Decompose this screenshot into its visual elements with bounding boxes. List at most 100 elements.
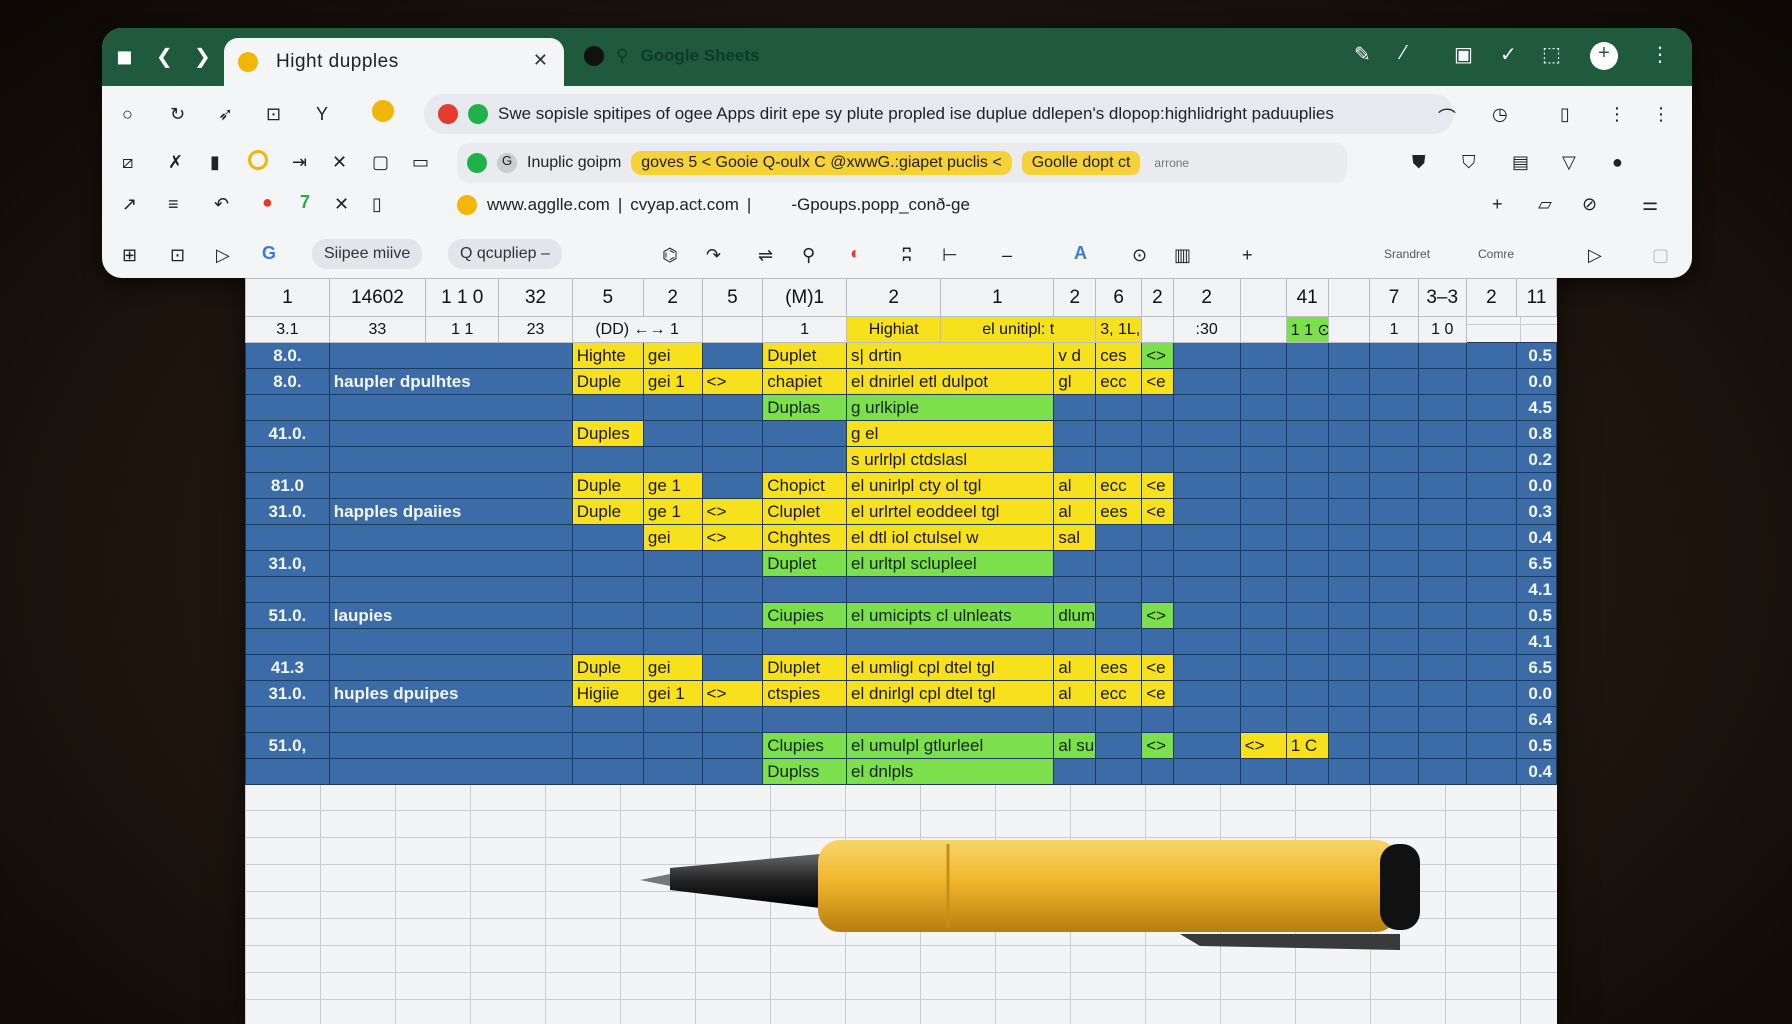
table-cell[interactable] [1369, 602, 1419, 629]
table-cell[interactable]: el umulpl gtlurleel [845, 732, 1055, 759]
table-cell[interactable] [1172, 394, 1241, 421]
table-cell[interactable] [571, 732, 644, 759]
table-cell[interactable]: huples dpuipes [328, 680, 573, 707]
pencil-icon[interactable]: ✎ [1354, 42, 1371, 67]
table-cell[interactable] [328, 446, 573, 473]
grid-icon[interactable]: ⊞ [122, 245, 137, 266]
table-cell[interactable]: happles dpaiies [328, 498, 573, 525]
close-icon[interactable]: ✕ [332, 152, 347, 173]
table-cell[interactable] [328, 732, 573, 759]
frame-icon[interactable]: ⊡ [170, 245, 185, 266]
table-cell[interactable] [1239, 368, 1287, 395]
column-header-cell[interactable]: 7 [1369, 278, 1419, 317]
overflow-icon[interactable]: ⋮ [1652, 104, 1670, 125]
table-cell[interactable] [1465, 498, 1518, 525]
subheader-cell[interactable] [1141, 316, 1174, 343]
table-cell[interactable] [1369, 394, 1419, 421]
table-cell[interactable] [571, 446, 644, 473]
table-cell[interactable] [1465, 342, 1518, 369]
table-cell[interactable] [762, 706, 847, 733]
table-cell[interactable] [245, 758, 330, 785]
table-cell[interactable] [328, 420, 573, 447]
table-cell[interactable]: Duples [571, 420, 644, 447]
tab-close-icon[interactable]: ✕ [533, 50, 548, 71]
table-cell[interactable] [1239, 420, 1287, 447]
table-cell[interactable]: gei 1 [642, 368, 703, 395]
table-cell[interactable] [1327, 706, 1371, 733]
table-cell[interactable]: 0.5 [1516, 602, 1557, 629]
table-cell[interactable]: 4.5 [1516, 394, 1557, 421]
table-cell[interactable] [571, 550, 644, 577]
table-cell[interactable] [762, 446, 847, 473]
table-cell[interactable] [328, 628, 573, 655]
table-cell[interactable] [1141, 758, 1174, 785]
table-cell[interactable] [1095, 628, 1143, 655]
table-cell[interactable] [1327, 446, 1371, 473]
toolbar-pill-2[interactable]: Q qcupliep – [448, 239, 562, 269]
table-cell[interactable]: ecc [1095, 368, 1143, 395]
undo-icon[interactable]: ↶ [214, 194, 229, 215]
table-cell[interactable] [1327, 602, 1371, 629]
table-cell[interactable] [1369, 368, 1419, 395]
table-cell[interactable] [1285, 680, 1329, 707]
table-cell[interactable] [1417, 420, 1467, 447]
table-cell[interactable] [1465, 420, 1518, 447]
table-cell[interactable]: <> [701, 524, 764, 551]
table-cell[interactable] [1172, 758, 1241, 785]
subheader-cell[interactable]: 1 [1369, 316, 1419, 343]
table-cell[interactable] [1172, 654, 1241, 681]
table-cell[interactable] [1141, 550, 1174, 577]
table-cell[interactable]: al suiger [1053, 732, 1097, 759]
table-cell[interactable] [1239, 550, 1287, 577]
forward-icon[interactable]: ❯ [194, 44, 211, 69]
table-cell[interactable] [245, 576, 330, 603]
table-cell[interactable] [1141, 628, 1174, 655]
bookmark-url-1[interactable]: www.agglle.com [487, 195, 610, 215]
table-cell[interactable] [1172, 368, 1241, 395]
table-cell[interactable]: 0.2 [1516, 446, 1557, 473]
table-cell[interactable]: Duplet [762, 342, 847, 369]
table-cell[interactable]: Duple [571, 472, 644, 499]
table-cell[interactable] [1172, 628, 1241, 655]
table-cell[interactable] [642, 550, 703, 577]
table-cell[interactable] [1417, 732, 1467, 759]
table-cell[interactable]: 0.4 [1516, 758, 1557, 785]
table-cell[interactable]: al [1053, 654, 1097, 681]
bookmark-item-1[interactable]: Inuplic goipm [527, 154, 621, 172]
table-cell[interactable]: ge 1 [642, 472, 703, 499]
table-cell[interactable]: <> [1141, 342, 1174, 369]
table-cell[interactable]: el unirlpl cty ol tgl [845, 472, 1055, 499]
sliders-icon[interactable]: ⚌ [1642, 194, 1658, 215]
subheader-cell[interactable]: 3.1 [245, 316, 330, 343]
table-cell[interactable]: gei [642, 524, 703, 551]
table-cell[interactable] [1327, 420, 1371, 447]
column-header-cell[interactable]: 32 [498, 278, 573, 317]
table-cell[interactable]: <e [1141, 498, 1174, 525]
table-cell[interactable] [1285, 602, 1329, 629]
table-cell[interactable] [1465, 576, 1518, 603]
column-header-cell[interactable]: 6 [1095, 278, 1143, 317]
table-cell[interactable]: Clupies [762, 732, 847, 759]
subheader-cell[interactable] [1327, 316, 1371, 343]
table-cell[interactable]: ces [1095, 342, 1143, 369]
table-cell[interactable]: 51.0. [245, 602, 330, 629]
table-cell[interactable]: 81.0 [245, 472, 330, 499]
address-bar[interactable]: Swe sopisle spitipes of ogee Apps dirit … [424, 94, 1454, 134]
table-cell[interactable] [1369, 446, 1419, 473]
table-cell[interactable] [1369, 498, 1419, 525]
triangle-icon[interactable]: ▽ [1562, 152, 1576, 173]
paint-icon[interactable]: ⌬ [662, 245, 678, 266]
table-cell[interactable]: <e [1141, 472, 1174, 499]
column-header-cell[interactable]: 2 [642, 278, 703, 317]
column-header-cell[interactable]: 3–3 [1417, 278, 1467, 317]
table-cell[interactable]: s urlrlpl ctdslasl [845, 446, 1055, 473]
table-cell[interactable] [1369, 524, 1419, 551]
table-cell[interactable] [1095, 732, 1143, 759]
table-cell[interactable] [845, 706, 1055, 733]
table-cell[interactable] [1053, 706, 1097, 733]
column-header-cell[interactable]: 2 [845, 278, 942, 317]
table-cell[interactable] [1327, 680, 1371, 707]
table-cell[interactable] [1465, 550, 1518, 577]
subheader-cell[interactable]: 3, 1L, 100n( ces [1095, 316, 1143, 343]
table-cell[interactable] [701, 342, 764, 369]
